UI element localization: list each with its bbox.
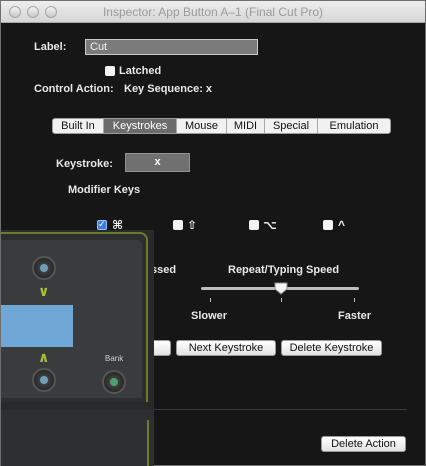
slider-tick	[354, 298, 355, 302]
delete-keystroke-button[interactable]: Delete Keystroke	[281, 340, 382, 356]
latched-checkbox[interactable]	[105, 66, 115, 76]
delete-action-button[interactable]: Delete Action	[321, 436, 406, 452]
window-title: Inspector: App Button A–1 (Final Cut Pro…	[102, 5, 324, 19]
chevron-down-icon: ∨	[38, 283, 50, 299]
label-input[interactable]: Cut	[85, 39, 258, 55]
previous-keystroke-button[interactable]	[151, 340, 171, 356]
latched-label: Latched	[119, 65, 162, 77]
command-checkbox[interactable]	[97, 219, 107, 230]
chevron-up-icon: ∧	[38, 349, 50, 365]
panel-accent-line	[147, 420, 149, 466]
title-bar: Inspector: App Button A–1 (Final Cut Pro…	[1, 1, 425, 23]
bottom-knob	[32, 368, 56, 392]
controller-panel-image: ∨ ∧ Bank	[1, 230, 154, 466]
pressed-label: ssed	[151, 264, 177, 276]
bank-knob	[102, 370, 126, 394]
top-knob	[32, 256, 56, 280]
tab-midi[interactable]: MIDI	[227, 119, 265, 133]
tab-mouse[interactable]: Mouse	[177, 119, 227, 133]
modifier-keys-label: Modifier Keys	[68, 184, 141, 196]
shift-icon: ⇧	[187, 218, 198, 232]
keystroke-label: Keystroke:	[56, 158, 113, 170]
shift-checkbox[interactable]	[173, 220, 183, 230]
control-action-value: Key Sequence: x	[124, 83, 213, 95]
tab-emulation[interactable]: Emulation	[318, 119, 390, 133]
option-checkbox[interactable]	[249, 220, 259, 230]
tab-special[interactable]: Special	[265, 119, 318, 133]
label-field-label: Label:	[34, 41, 67, 53]
keystroke-field[interactable]: x	[125, 153, 190, 172]
repeat-speed-label: Repeat/Typing Speed	[228, 264, 340, 276]
faster-label: Faster	[338, 310, 372, 322]
slider-tick	[281, 298, 282, 302]
lcd-screen	[1, 305, 73, 347]
bank-label: Bank	[105, 354, 124, 363]
control-action-label: Control Action:	[34, 83, 114, 95]
tab-built-in[interactable]: Built In	[53, 119, 104, 133]
control-icon: ^	[338, 218, 346, 232]
slower-label: Slower	[191, 310, 228, 322]
inspector-window: Inspector: App Button A–1 (Final Cut Pro…	[0, 0, 426, 466]
action-type-tabs: Built In Keystrokes Mouse MIDI Special E…	[52, 118, 391, 134]
option-icon: ⌥	[263, 218, 277, 232]
slider-knob[interactable]	[274, 282, 288, 295]
panel-lower-section	[1, 410, 154, 466]
next-keystroke-button[interactable]: Next Keystroke	[176, 340, 276, 356]
control-checkbox[interactable]	[323, 220, 333, 230]
tab-keystrokes[interactable]: Keystrokes	[104, 119, 177, 133]
slider-tick	[210, 298, 211, 302]
